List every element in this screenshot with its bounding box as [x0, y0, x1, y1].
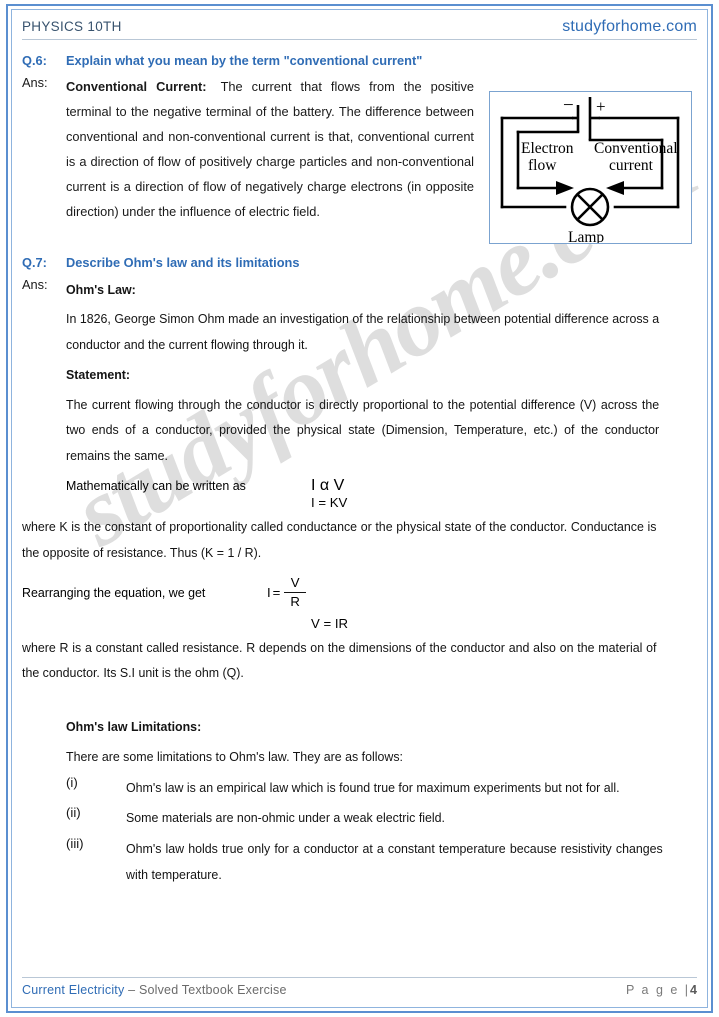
ohms-law-intro: In 1826, George Simon Ohm made an invest… [66, 311, 660, 353]
fraction-equals-sign: = [272, 584, 281, 600]
rearrange-lead-text: Rearranging the equation, we get [22, 584, 206, 600]
limitation-text: Some materials are non-ohmic under a wea… [126, 810, 446, 826]
answer-6-paragraph: Conventional Current: The current that fl… [66, 75, 474, 225]
footer-page-label: P a g e | [625, 983, 691, 997]
limitation-number: (ii) [66, 805, 81, 821]
lamp-symbol [570, 187, 610, 227]
math-lead-text: Mathematically can be written as [66, 477, 246, 493]
electron-flow-label-line2: flow [528, 157, 557, 174]
statement-heading: Statement: [66, 366, 131, 382]
ohms-law-statement: The current flowing through the conducto… [66, 396, 660, 464]
page-header: PHYSICS 10TH studyforhome.com [22, 18, 697, 40]
fraction-equation: I = V R [267, 575, 306, 609]
footer-page-indicator: P a g e |4 [626, 983, 697, 997]
question-6-text: Explain what you mean by the term "conve… [66, 53, 423, 68]
equation-v-equals-ir: V = IR [311, 615, 349, 631]
answer-6-text: The current that flows from the positive… [66, 79, 474, 219]
footer-left: Current Electricity – Solved Textbook Ex… [22, 983, 287, 997]
limitation-text: Ohm's law holds true only for a conducto… [126, 841, 663, 882]
rearranged-equation-row: Rearranging the equation, we get I = V R [22, 575, 697, 609]
math-expression-row: Mathematically can be written as I α V [66, 477, 697, 495]
header-site-name: studyforhome.com [562, 18, 697, 35]
ohms-law-heading: Ohm's Law: [66, 281, 136, 297]
document-page: studyforhome.com PHYSICS 10TH studyforho… [0, 0, 719, 1017]
question-7-number: Q.7: [22, 254, 47, 270]
lamp-label: Lamp [568, 229, 604, 243]
question-6-row: Q.6: Explain what you mean by the term "… [22, 53, 697, 68]
electron-flow-label-line1: Electron [521, 140, 574, 157]
footer-dash: – [124, 983, 139, 997]
limitation-number: (iii) [66, 836, 84, 852]
battery-plus-label: + [596, 97, 606, 116]
electron-flow-arrow [556, 181, 574, 195]
fraction: V R [284, 575, 306, 609]
question-7-section: Q.7: Describe Ohm's law and its limitati… [22, 255, 697, 888]
limitations-intro: There are some limitations to Ohm's law.… [66, 748, 403, 764]
circuit-diagram-box: − + Electron flow Conventional current L… [489, 91, 692, 244]
fraction-lhs: I [267, 584, 271, 600]
footer-chapter-name: Current Electricity [22, 983, 125, 997]
footer-page-number: 4 [690, 983, 697, 997]
fraction-numerator: V [290, 575, 300, 591]
limitation-item: (i) Ohm's law is an empirical law which … [22, 775, 697, 801]
header-subject-title: PHYSICS 10TH [22, 19, 122, 34]
battery-minus-label: − [563, 95, 574, 116]
question-7-row: Q.7: Describe Ohm's law and its limitati… [22, 255, 697, 270]
page-footer: Current Electricity – Solved Textbook Ex… [22, 977, 697, 997]
circuit-diagram-svg: − + Electron flow Conventional current L… [500, 95, 680, 243]
question-7-text: Describe Ohm's law and its limitations [66, 254, 300, 270]
conventional-current-arrow [606, 181, 624, 195]
fraction-bar [284, 591, 306, 593]
conventional-current-label-line2: current [609, 157, 654, 174]
where-k-paragraph: where K is the constant of proportionali… [22, 518, 657, 560]
answer-7-row: Ans: Ohm's Law: [22, 277, 697, 303]
footer-subtitle: Solved Textbook Exercise [138, 983, 287, 997]
limitation-text: Ohm's law is an empirical law which is f… [126, 779, 620, 795]
limitation-number: (i) [66, 774, 78, 790]
equation-proportional: I α V [311, 476, 345, 494]
limitations-heading: Ohm's law Limitations: [66, 719, 202, 735]
limitation-item: (ii) Some materials are non-ohmic under … [22, 805, 697, 831]
fraction-denominator: R [290, 593, 300, 609]
where-r-paragraph: where R is a constant called resistance.… [22, 639, 657, 681]
answer-6-label: Ans: [22, 75, 48, 90]
conventional-current-term: Conventional Current: [66, 79, 207, 94]
conventional-current-label-line1: Conventional [594, 140, 678, 157]
answer-7-label: Ans: [22, 276, 48, 292]
question-6-number: Q.6: [22, 53, 47, 68]
limitation-item: (iii) Ohm's law holds true only for a co… [22, 836, 697, 887]
equation-i-equals-kv: I = KV [311, 494, 348, 510]
answer-7-body: Ohm's Law: [66, 277, 697, 303]
